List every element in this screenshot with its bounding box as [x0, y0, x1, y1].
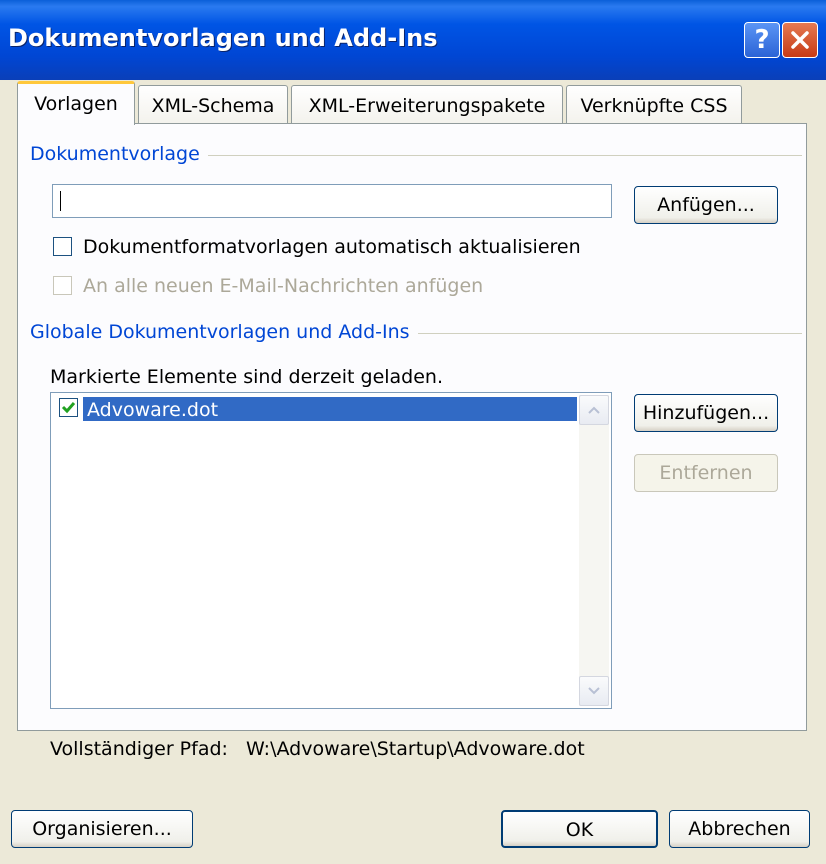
- chevron-up-icon: [588, 406, 600, 414]
- scroll-down-button[interactable]: [579, 676, 609, 706]
- tab-label: Verknüpfte CSS: [580, 95, 728, 117]
- loaded-info-text: Markierte Elemente sind derzeit geladen.: [50, 366, 444, 388]
- close-icon: [791, 31, 809, 49]
- window-title: Dokumentvorlagen und Add-Ins: [8, 24, 438, 52]
- email-attach-label: An alle neuen E-Mail-Nachrichten anfügen: [83, 275, 484, 297]
- tab-vorlagen[interactable]: Vorlagen: [17, 81, 135, 125]
- group-label-global-templates: Globale Dokumentvorlagen und Add-Ins: [30, 321, 418, 343]
- auto-update-label: Dokumentformatvorlagen automatisch aktua…: [83, 236, 581, 258]
- vertical-scrollbar[interactable]: [579, 395, 609, 706]
- title-bar[interactable]: Dokumentvorlagen und Add-Ins ?: [0, 0, 826, 80]
- template-path-input[interactable]: [52, 184, 612, 218]
- scroll-up-button[interactable]: [579, 395, 609, 425]
- list-item[interactable]: Advoware.dot: [83, 397, 577, 421]
- tab-xml-erweiterungspakete[interactable]: XML-Erweiterungspakete: [291, 85, 563, 125]
- full-path-label: Vollständiger Pfad:: [50, 738, 228, 760]
- tab-verknuepfte-css[interactable]: Verknüpfte CSS: [566, 85, 742, 125]
- tab-label: Vorlagen: [34, 93, 118, 115]
- help-icon: ?: [754, 25, 770, 55]
- email-attach-checkbox: [53, 276, 72, 295]
- attach-button[interactable]: Anfügen...: [634, 186, 778, 224]
- cancel-button[interactable]: Abbrechen: [669, 810, 810, 848]
- tab-label: XML-Schema: [151, 95, 275, 117]
- tab-xml-schema[interactable]: XML-Schema: [138, 85, 288, 125]
- auto-update-checkbox[interactable]: [53, 237, 72, 256]
- text-caret: [60, 191, 61, 211]
- checkmark-icon: [61, 402, 76, 414]
- group-label-document-template: Dokumentvorlage: [30, 143, 208, 165]
- ok-button[interactable]: OK: [501, 810, 658, 848]
- help-button[interactable]: ?: [744, 22, 780, 58]
- organize-button[interactable]: Organisieren...: [11, 810, 193, 848]
- global-templates-list[interactable]: Advoware.dot: [50, 392, 612, 709]
- add-template-button[interactable]: Hinzufügen...: [634, 394, 778, 432]
- chevron-down-icon: [588, 687, 600, 695]
- tab-label: XML-Erweiterungspakete: [308, 95, 546, 117]
- close-button[interactable]: [782, 22, 818, 58]
- remove-template-button: Entfernen: [634, 454, 778, 492]
- item-checkbox[interactable]: [59, 398, 78, 417]
- full-path-value: W:\Advoware\Startup\Advoware.dot: [246, 738, 585, 760]
- list-item-label: Advoware.dot: [87, 399, 219, 421]
